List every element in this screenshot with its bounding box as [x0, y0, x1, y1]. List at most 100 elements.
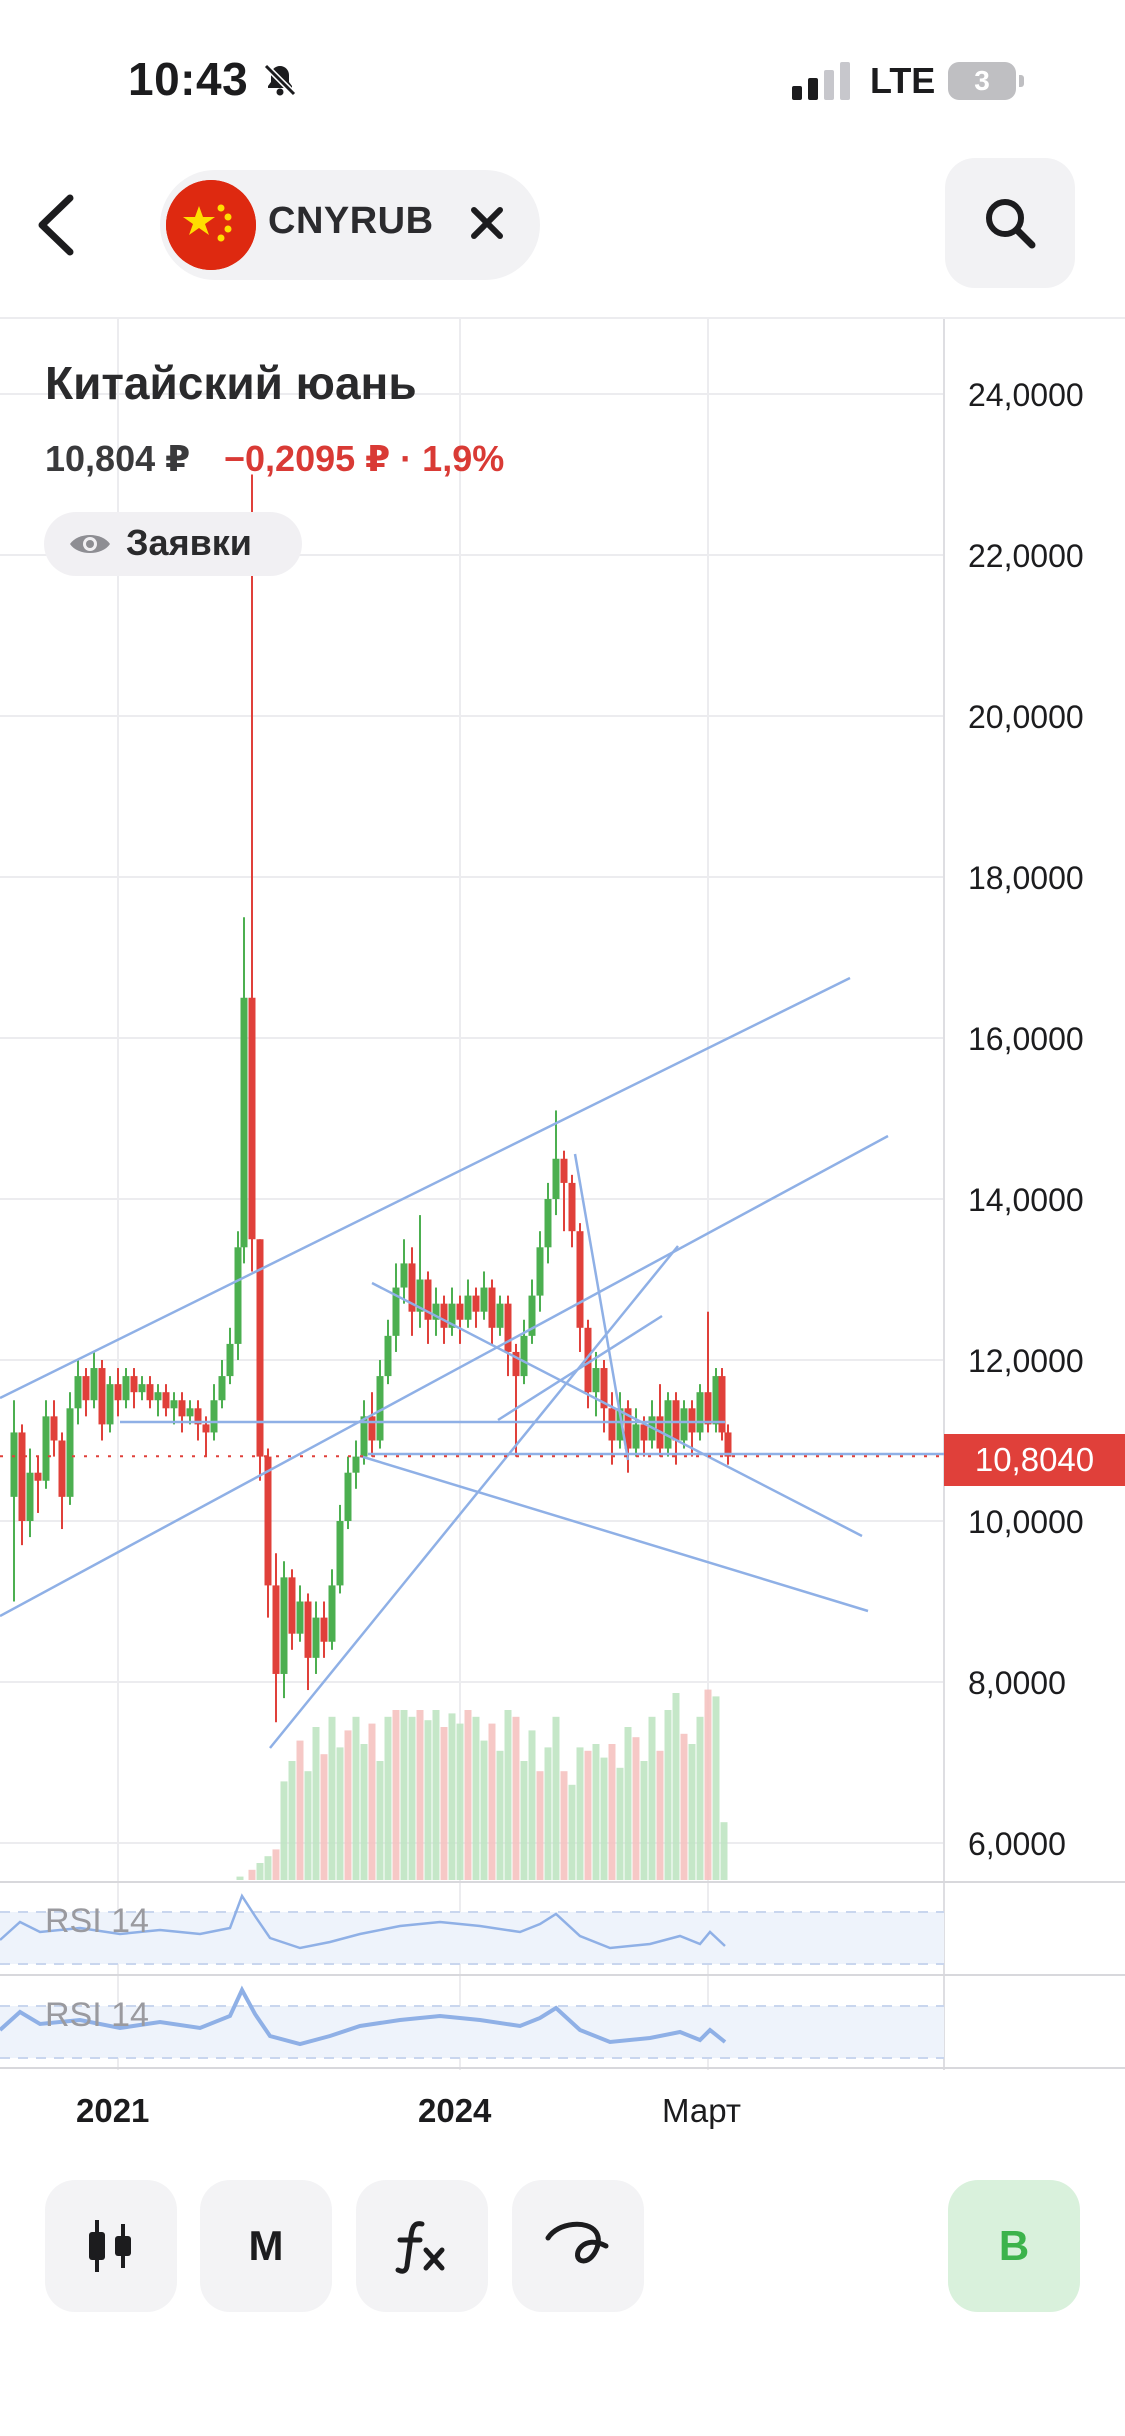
candle-body — [576, 1231, 584, 1328]
candle-body — [328, 1585, 336, 1642]
candle-body — [336, 1521, 344, 1586]
ticker-label: CNYRUB — [268, 200, 434, 242]
volume-bar — [688, 1744, 696, 1880]
candle-body — [496, 1303, 504, 1328]
volume-bar — [472, 1716, 480, 1880]
candle-body — [632, 1424, 640, 1449]
volume-bar — [488, 1723, 496, 1880]
candle-body — [696, 1392, 704, 1433]
candle-body — [264, 1456, 272, 1586]
candle-body — [552, 1158, 560, 1199]
volume-bar — [712, 1696, 720, 1880]
drawing-tools-button[interactable] — [512, 2180, 644, 2312]
candle-body — [384, 1335, 392, 1377]
price-chart[interactable] — [0, 310, 1125, 2230]
volume-bar — [416, 1710, 424, 1880]
volume-bar — [624, 1727, 632, 1880]
candle-body — [240, 997, 248, 1248]
candle-body — [718, 1376, 726, 1433]
candle-body — [536, 1247, 544, 1296]
candle-body — [186, 1408, 194, 1417]
candle-body — [680, 1408, 688, 1441]
back-chevron-icon[interactable] — [28, 190, 88, 260]
candle-body — [26, 1472, 34, 1521]
volume-bar — [528, 1730, 536, 1880]
interval-button[interactable]: M — [200, 2180, 332, 2312]
volume-bar — [304, 1771, 312, 1880]
candle-body — [464, 1295, 472, 1320]
candle-body — [218, 1376, 226, 1401]
eye-icon — [70, 535, 110, 553]
candle-body — [440, 1303, 448, 1328]
chart-type-button[interactable] — [45, 2180, 177, 2312]
search-button[interactable] — [945, 158, 1075, 288]
volume-bar — [256, 1863, 264, 1880]
trend-line — [0, 976, 851, 1400]
candle-body — [280, 1577, 288, 1674]
candle-body — [138, 1384, 146, 1393]
volume-bar — [600, 1757, 608, 1880]
price-axis-label: 18,0000 — [968, 860, 1084, 896]
candle-body — [400, 1263, 408, 1288]
battery-icon: 3 — [948, 62, 1026, 100]
time-axis-label: Март — [662, 2092, 741, 2129]
volume-bar — [648, 1716, 656, 1880]
candle-body — [114, 1384, 122, 1401]
volume-bar — [456, 1723, 464, 1880]
candle-body — [272, 1585, 280, 1674]
candle-body — [368, 1416, 376, 1441]
instrument-name: Китайский юань — [45, 357, 417, 409]
candle-body — [122, 1376, 130, 1401]
volume-bar — [656, 1750, 664, 1880]
candle-body — [520, 1335, 528, 1377]
price-axis-label: 10,0000 — [968, 1504, 1084, 1540]
volume-bar — [696, 1716, 704, 1880]
volume-bar — [592, 1744, 600, 1880]
price-axis-label: 16,0000 — [968, 1021, 1084, 1057]
volume-bar — [368, 1723, 376, 1880]
volume-bar — [640, 1761, 648, 1880]
current-price-tag: 10,8040 — [944, 1434, 1125, 1486]
volume-bar — [376, 1761, 384, 1880]
candle-body — [560, 1158, 568, 1183]
network-type: LTE — [870, 60, 936, 101]
volume-bar — [704, 1689, 712, 1880]
volume-bar — [248, 1869, 256, 1880]
candle-body — [66, 1408, 74, 1497]
candle-body — [154, 1392, 162, 1401]
volume-bar — [448, 1713, 456, 1880]
interval-label: M — [248, 2222, 284, 2269]
volume-bar — [440, 1727, 448, 1880]
candle-body — [82, 1376, 90, 1401]
volume-bar — [552, 1716, 560, 1880]
candle-body — [50, 1416, 58, 1441]
price-axis-label: 24,0000 — [968, 377, 1084, 413]
volume-bar — [568, 1784, 576, 1880]
candle-body — [456, 1303, 464, 1320]
volume-bar — [352, 1716, 360, 1880]
rsi-label: RSI 14 — [45, 1902, 149, 1940]
candle-body — [34, 1472, 42, 1481]
volume-bar — [360, 1744, 368, 1880]
volume-bar — [680, 1733, 688, 1880]
volume-bar — [392, 1710, 400, 1880]
volume-bar — [464, 1710, 472, 1880]
volume-bar — [504, 1710, 512, 1880]
candle-body — [296, 1601, 304, 1634]
volume-bar — [280, 1781, 288, 1880]
buy-button[interactable]: B — [948, 2180, 1080, 2312]
indicators-button[interactable] — [356, 2180, 488, 2312]
candle-body — [42, 1416, 50, 1481]
search-icon — [986, 199, 1036, 249]
candle-body — [234, 1247, 242, 1344]
candle-body — [90, 1368, 98, 1401]
candle-body — [226, 1343, 234, 1377]
volume-bar — [320, 1754, 328, 1880]
close-icon[interactable] — [462, 198, 512, 248]
candle-body — [352, 1456, 360, 1473]
volume-bar — [400, 1710, 408, 1880]
volume-bar — [608, 1744, 616, 1880]
volume-bar — [328, 1716, 336, 1880]
volume-bar — [616, 1767, 624, 1880]
candle-body — [288, 1577, 296, 1634]
